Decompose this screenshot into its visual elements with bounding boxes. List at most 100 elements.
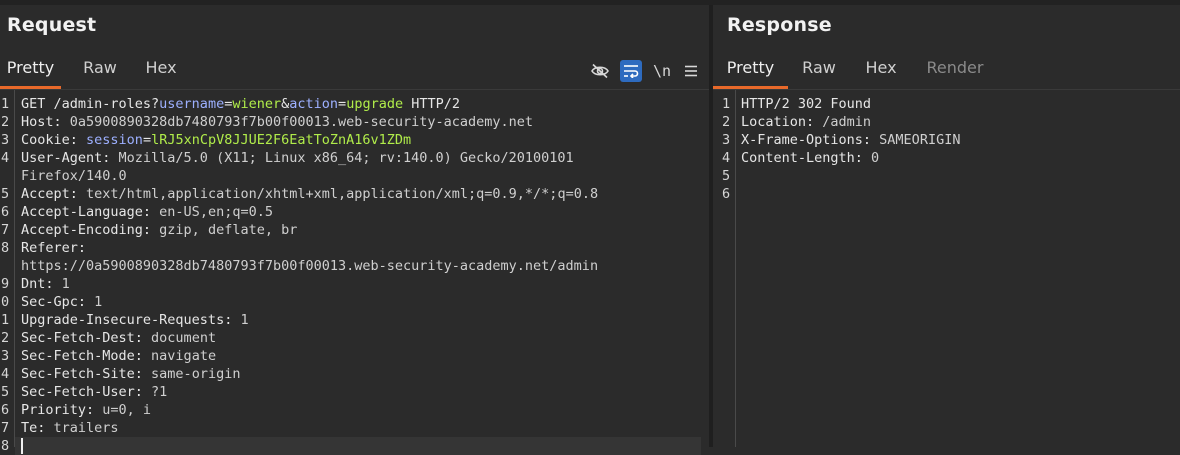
code-token: /admin: [814, 114, 872, 130]
code-line[interactable]: 3 X-Frame-Options: SAMEORIGIN: [713, 131, 1180, 149]
code-line[interactable]: Firefox/140.0: [0, 167, 709, 185]
code-line[interactable]: 8 Referer:: [0, 239, 709, 257]
response-tabs: Pretty Raw Hex Render: [713, 53, 1180, 89]
code-line[interactable]: 0 Sec-Gpc: 1: [0, 293, 709, 311]
code-line[interactable]: 4 Content-Length: 0: [713, 149, 1180, 167]
code-token: Sec-Fetch-Site:: [21, 366, 143, 382]
line-number: 7: [1, 420, 10, 436]
code-token: Sec-Fetch-Dest:: [21, 330, 143, 346]
line-text: Dnt: 1: [21, 275, 70, 293]
line-number: 3: [722, 132, 731, 148]
request-tab-hex[interactable]: Hex: [140, 53, 182, 89]
line-number: 0: [1, 294, 10, 310]
line-text: Priority: u=0, i: [21, 401, 151, 419]
response-tab-render[interactable]: Render: [921, 53, 989, 89]
newline-toggle[interactable]: \n: [651, 60, 673, 82]
code-line[interactable]: 1 GET /admin-roles?username=wiener&action…: [0, 95, 709, 113]
code-token: https://0a5900890328db7480793f7b00f00013…: [21, 258, 599, 274]
code-line[interactable]: 1 HTTP/2 302 Found: [713, 95, 1180, 113]
code-line[interactable]: 3 Sec-Fetch-Mode: navigate: [0, 347, 709, 365]
line-text: Content-Length: 0: [741, 149, 879, 167]
line-text: Location: /admin: [741, 113, 871, 131]
line-number: 1: [722, 96, 731, 112]
line-number: 5: [1, 384, 10, 400]
param-value: upgrade: [346, 96, 404, 112]
line-text: Sec-Gpc: 1: [21, 293, 102, 311]
code-token: ?1: [142, 384, 168, 400]
code-line[interactable]: 5 Sec-Fetch-User: ?1: [0, 383, 709, 401]
code-token: navigate: [142, 348, 217, 364]
line-number: 2: [1, 114, 10, 130]
response-code[interactable]: 1 HTTP/2 302 Found 2 Location: /admin 3 X-Fra…: [713, 95, 1180, 203]
response-tab-raw[interactable]: Raw: [796, 53, 842, 89]
code-token: HTTP/2 302 Found: [741, 96, 872, 112]
request-editor[interactable]: 1 GET /admin-roles?username=wiener&action…: [0, 90, 709, 455]
code-token: same-origin: [142, 366, 241, 382]
code-line[interactable]: 3 Cookie: session=lRJ5xnCpV8JJUE2F6EatToZ…: [0, 131, 709, 149]
code-token: document: [142, 330, 217, 346]
code-token: 0a5900890328db7480793f7b00f00013.web-sec…: [61, 114, 534, 130]
line-number: 8: [1, 240, 10, 256]
code-token: SAMEORIGIN: [871, 132, 961, 148]
code-line[interactable]: 2 Sec-Fetch-Dest: document: [0, 329, 709, 347]
code-token: gzip, deflate, br: [151, 222, 298, 238]
line-number: 3: [1, 348, 10, 364]
code-token: X-Frame-Options:: [741, 132, 872, 148]
code-line[interactable]: https://0a5900890328db7480793f7b00f00013…: [0, 257, 709, 275]
code-line[interactable]: 4 Sec-Fetch-Site: same-origin: [0, 365, 709, 383]
request-tab-raw[interactable]: Raw: [76, 53, 124, 89]
eye-slash-icon[interactable]: [589, 60, 611, 82]
line-number: 5: [1, 186, 10, 202]
line-number: 9: [1, 276, 10, 292]
code-line[interactable]: 2 Location: /admin: [713, 113, 1180, 131]
code-line[interactable]: 7 Te: trailers: [0, 419, 709, 437]
param-name: username: [159, 96, 225, 112]
code-line[interactable]: 7 Accept-Encoding: gzip, deflate, br: [0, 221, 709, 239]
code-line[interactable]: 5 Accept: text/html,application/xhtml+xml…: [0, 185, 709, 203]
line-number: 3: [1, 132, 10, 148]
code-line[interactable]: 6: [713, 185, 1180, 203]
current-line-highlight: [15, 437, 701, 455]
line-number: 4: [1, 150, 10, 166]
line-number: 4: [1, 366, 10, 382]
line-text: Referer:: [21, 239, 86, 257]
code-token: Cookie:: [21, 132, 78, 148]
line-text: Cookie: session=lRJ5xnCpV8JJUE2F6EatToZn…: [21, 131, 411, 149]
request-pane: Request Pretty Raw Hex \n 1 GET /admin-ro…: [0, 5, 709, 455]
code-token: Mozilla/5.0 (X11; Linux x86_64; rv:140.0…: [110, 150, 574, 166]
response-tab-hex[interactable]: Hex: [858, 53, 904, 89]
code-line[interactable]: 8: [0, 437, 709, 455]
code-token: Priority:: [21, 402, 95, 418]
wrap-icon[interactable]: [620, 60, 642, 82]
code-token: Sec-Gpc:: [21, 294, 87, 310]
code-line[interactable]: 6 Priority: u=0, i: [0, 401, 709, 419]
code-token: 1: [232, 312, 249, 328]
code-line[interactable]: 2 Host: 0a5900890328db7480793f7b00f00013.…: [0, 113, 709, 131]
code-token: User-Agent:: [21, 150, 111, 166]
hamburger-menu-icon[interactable]: [680, 60, 702, 82]
line-number: 1: [1, 96, 10, 112]
line-number: 4: [722, 150, 731, 166]
line-number: 2: [1, 330, 10, 346]
line-text: Sec-Fetch-Dest: document: [21, 329, 216, 347]
request-title: Request: [7, 14, 97, 36]
param-value: wiener: [232, 96, 282, 112]
line-text: X-Frame-Options: SAMEORIGIN: [741, 131, 960, 149]
code-token: Accept:: [21, 186, 78, 202]
line-number: 6: [1, 204, 10, 220]
request-code[interactable]: 1 GET /admin-roles?username=wiener&action…: [0, 95, 709, 455]
code-token: text/html,application/xhtml+xml,applicat…: [77, 186, 599, 202]
code-line[interactable]: 1 Upgrade-Insecure-Requests: 1: [0, 311, 709, 329]
code-token: Content-Length:: [741, 150, 863, 166]
code-line[interactable]: 5: [713, 167, 1180, 185]
line-text: Accept-Language: en-US,en;q=0.5: [21, 203, 273, 221]
code-token: trailers: [45, 420, 119, 436]
response-editor[interactable]: 1 HTTP/2 302 Found 2 Location: /admin 3 X-Fra…: [713, 90, 1180, 447]
response-tab-pretty[interactable]: Pretty: [713, 53, 788, 89]
request-tab-pretty[interactable]: Pretty: [0, 53, 61, 89]
line-number: 6: [722, 186, 731, 202]
code-line[interactable]: 4 User-Agent: Mozilla/5.0 (X11; Linux x86…: [0, 149, 709, 167]
code-line[interactable]: 9 Dnt: 1: [0, 275, 709, 293]
code-line[interactable]: 6 Accept-Language: en-US,en;q=0.5: [0, 203, 709, 221]
code-token: =: [338, 96, 347, 112]
